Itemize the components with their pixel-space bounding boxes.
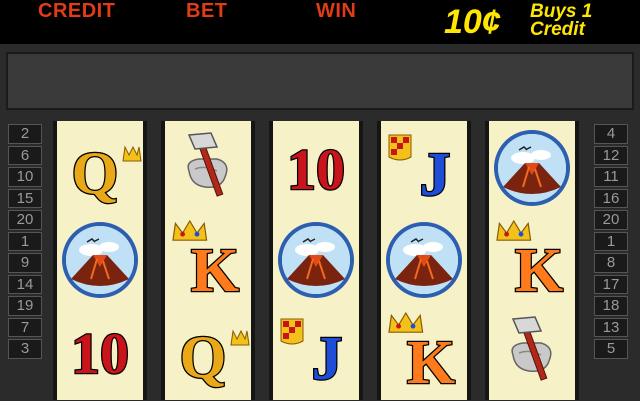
- ten-symbol: 10: [273, 125, 359, 211]
- left-payline-column: 2 6 10 15 20 1 9 14 19 7 3: [8, 124, 42, 361]
- win-label: WIN: [316, 0, 357, 22]
- axe-symbol: [489, 309, 575, 395]
- payline-number: 16: [594, 188, 628, 208]
- payline-number: 2: [8, 124, 42, 144]
- volcano-symbol: [273, 217, 359, 303]
- header-bar: CREDIT BET WIN 10¢ Buys 1 Credit: [0, 0, 640, 50]
- buys-credit-text: Buys 1 Credit: [530, 2, 592, 40]
- payline-number: 8: [594, 253, 628, 273]
- reel-2: K Q: [161, 121, 255, 400]
- payline-number: 5: [594, 339, 628, 359]
- queen-symbol: Q: [165, 309, 251, 395]
- payline-number: 20: [594, 210, 628, 230]
- svg-text:J: J: [312, 325, 343, 393]
- reel-1: Q 10: [53, 121, 147, 400]
- payline-number: 12: [594, 145, 628, 165]
- payline-number: 7: [8, 317, 42, 337]
- payline-number: 19: [8, 296, 42, 316]
- reel-3: 10 J: [269, 121, 363, 400]
- message-panel: [6, 52, 634, 110]
- denomination-amount: 10¢: [444, 3, 501, 41]
- svg-text:Q: Q: [72, 140, 119, 206]
- volcano-symbol: [57, 217, 143, 303]
- svg-text:K: K: [407, 329, 455, 395]
- svg-text:Q: Q: [180, 324, 227, 390]
- payline-number: 20: [8, 210, 42, 230]
- reel-4: J K: [377, 121, 471, 400]
- payline-number: 14: [8, 274, 42, 294]
- payline-number: 13: [594, 317, 628, 337]
- king-symbol: K: [381, 309, 467, 395]
- payline-number: 3: [8, 339, 42, 359]
- svg-text:K: K: [515, 237, 563, 303]
- jack-symbol: J: [381, 125, 467, 211]
- volcano-symbol: [489, 125, 575, 211]
- right-payline-column: 4 12 11 16 20 1 8 17 18 13 5: [594, 124, 628, 361]
- payline-number: 18: [594, 296, 628, 316]
- payline-number: 10: [8, 167, 42, 187]
- axe-symbol: [165, 125, 251, 211]
- reel-5: K: [485, 121, 579, 400]
- credit-label: CREDIT: [38, 0, 116, 22]
- payline-number: 17: [594, 274, 628, 294]
- svg-text:10: 10: [71, 321, 129, 386]
- payline-number: 1: [594, 231, 628, 251]
- payline-number: 1: [8, 231, 42, 251]
- king-symbol: K: [165, 217, 251, 303]
- bet-label: BET: [186, 0, 228, 22]
- payline-number: 6: [8, 145, 42, 165]
- ten-symbol: 10: [57, 309, 143, 395]
- payline-number: 4: [594, 124, 628, 144]
- volcano-symbol: [381, 217, 467, 303]
- payline-number: 15: [8, 188, 42, 208]
- buys-line-2: Credit: [530, 19, 585, 40]
- queen-symbol: Q: [57, 125, 143, 211]
- king-symbol: K: [489, 217, 575, 303]
- payline-number: 11: [594, 167, 628, 187]
- payline-number: 9: [8, 253, 42, 273]
- svg-text:10: 10: [287, 137, 345, 202]
- jack-symbol: J: [273, 309, 359, 395]
- svg-text:J: J: [420, 141, 451, 209]
- svg-text:K: K: [191, 237, 239, 303]
